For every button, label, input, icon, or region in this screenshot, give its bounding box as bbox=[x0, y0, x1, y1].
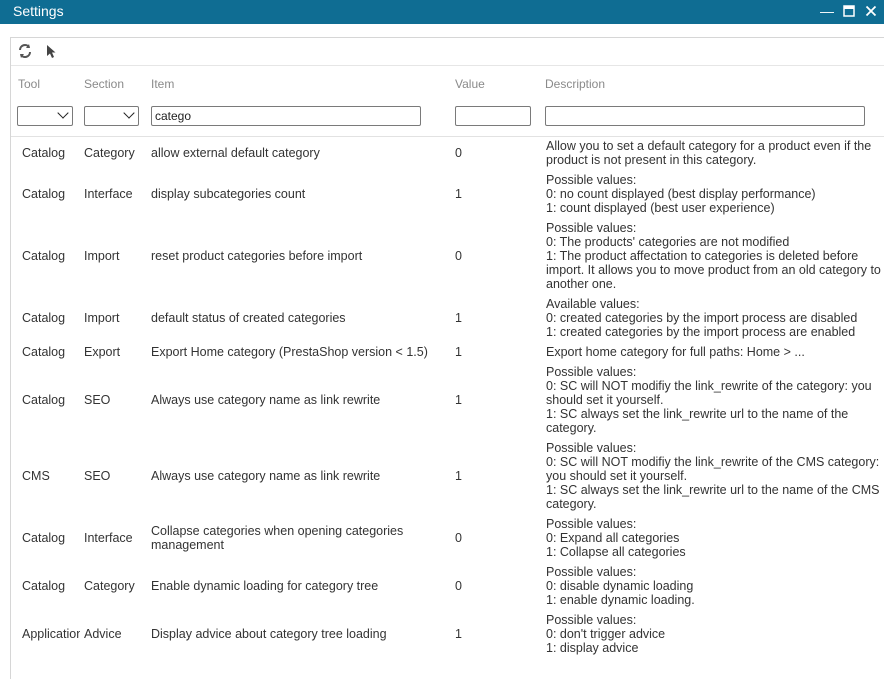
description-cell: Possible values: 0: The products' catego… bbox=[546, 221, 881, 291]
value-cell: 0 bbox=[455, 249, 462, 263]
section-cell: SEO bbox=[84, 393, 111, 407]
description-cell: Possible values: 0: Expand all categorie… bbox=[546, 517, 686, 559]
section-cell: Interface bbox=[84, 187, 133, 201]
item-cell: allow external default category bbox=[151, 146, 320, 160]
header-divider bbox=[11, 136, 884, 137]
item-filter-input[interactable] bbox=[151, 106, 421, 126]
item-cell: Always use category name as link rewrite bbox=[151, 469, 381, 483]
item-cell: default status of created categories bbox=[151, 311, 346, 325]
toolbar bbox=[11, 38, 884, 66]
select-pointer-icon[interactable] bbox=[43, 43, 61, 61]
item-cell: Export Home category (PrestaShop version… bbox=[151, 345, 428, 359]
section-cell: SEO bbox=[84, 469, 111, 483]
item-cell: display subcategories count bbox=[151, 187, 306, 201]
section-cell: Import bbox=[84, 311, 120, 325]
maximize-icon[interactable] bbox=[842, 3, 856, 19]
tool-cell: Catalog bbox=[22, 579, 66, 593]
tool-filter-select[interactable] bbox=[17, 106, 73, 126]
column-header-section[interactable]: Section bbox=[84, 77, 124, 91]
column-header-value[interactable]: Value bbox=[455, 77, 485, 91]
tool-cell: Catalog bbox=[22, 531, 66, 545]
refresh-icon[interactable] bbox=[17, 43, 35, 61]
window-title: Settings bbox=[13, 3, 64, 19]
settings-panel: Tool Section Item Value Description Cata… bbox=[10, 37, 884, 679]
section-cell: Import bbox=[84, 249, 120, 263]
tool-cell: Catalog bbox=[22, 345, 66, 359]
description-cell: Available values: 0: created categories … bbox=[546, 297, 858, 339]
value-cell: 1 bbox=[455, 393, 462, 407]
value-cell: 0 bbox=[455, 579, 462, 593]
description-filter-input[interactable] bbox=[545, 106, 865, 126]
item-cell: Collapse categories when opening categor… bbox=[151, 524, 404, 552]
section-cell: Interface bbox=[84, 531, 133, 545]
section-cell: Category bbox=[84, 579, 135, 593]
minimize-icon[interactable]: — bbox=[820, 3, 834, 19]
tool-cell: CMS bbox=[22, 469, 50, 483]
section-cell: Advice bbox=[84, 627, 122, 641]
tool-cell: Catalog bbox=[22, 187, 66, 201]
value-cell: 1 bbox=[455, 627, 462, 641]
value-cell: 1 bbox=[455, 345, 462, 359]
value-cell: 0 bbox=[455, 531, 462, 545]
tool-cell: Catalog bbox=[22, 311, 66, 325]
value-cell: 1 bbox=[455, 311, 462, 325]
description-cell: Possible values: 0: no count displayed (… bbox=[546, 173, 816, 215]
value-cell: 1 bbox=[455, 187, 462, 201]
description-cell: Possible values: 0: SC will NOT modifiy … bbox=[546, 441, 880, 511]
description-cell: Allow you to set a default category for … bbox=[546, 139, 872, 167]
tool-cell: Catalog bbox=[22, 146, 66, 160]
column-header-item[interactable]: Item bbox=[151, 77, 174, 91]
item-cell: reset product categories before import bbox=[151, 249, 363, 263]
value-cell: 0 bbox=[455, 146, 462, 160]
description-cell: Export home category for full paths: Hom… bbox=[546, 345, 805, 359]
column-header-tool[interactable]: Tool bbox=[18, 77, 40, 91]
item-cell: Display advice about category tree loadi… bbox=[151, 627, 387, 641]
close-icon[interactable] bbox=[864, 3, 878, 19]
item-cell: Always use category name as link rewrite bbox=[151, 393, 381, 407]
tool-cell: Application bbox=[22, 627, 80, 641]
chevron-down-icon bbox=[57, 107, 69, 119]
tool-cell: Catalog bbox=[22, 249, 66, 263]
column-header-description[interactable]: Description bbox=[545, 77, 605, 91]
chevron-down-icon bbox=[123, 107, 135, 119]
section-filter-select[interactable] bbox=[84, 106, 139, 126]
value-filter-input[interactable] bbox=[455, 106, 531, 126]
window-titlebar: Settings — bbox=[0, 0, 884, 24]
description-cell: Possible values: 0: disable dynamic load… bbox=[546, 565, 695, 607]
description-cell: Possible values: 0: don't trigger advice… bbox=[546, 613, 666, 655]
tool-cell: Catalog bbox=[22, 393, 66, 407]
section-cell: Category bbox=[84, 146, 135, 160]
item-cell: Enable dynamic loading for category tree bbox=[151, 579, 379, 593]
section-cell: Export bbox=[84, 345, 121, 359]
value-cell: 1 bbox=[455, 469, 462, 483]
description-cell: Possible values: 0: SC will NOT modifiy … bbox=[546, 365, 872, 435]
